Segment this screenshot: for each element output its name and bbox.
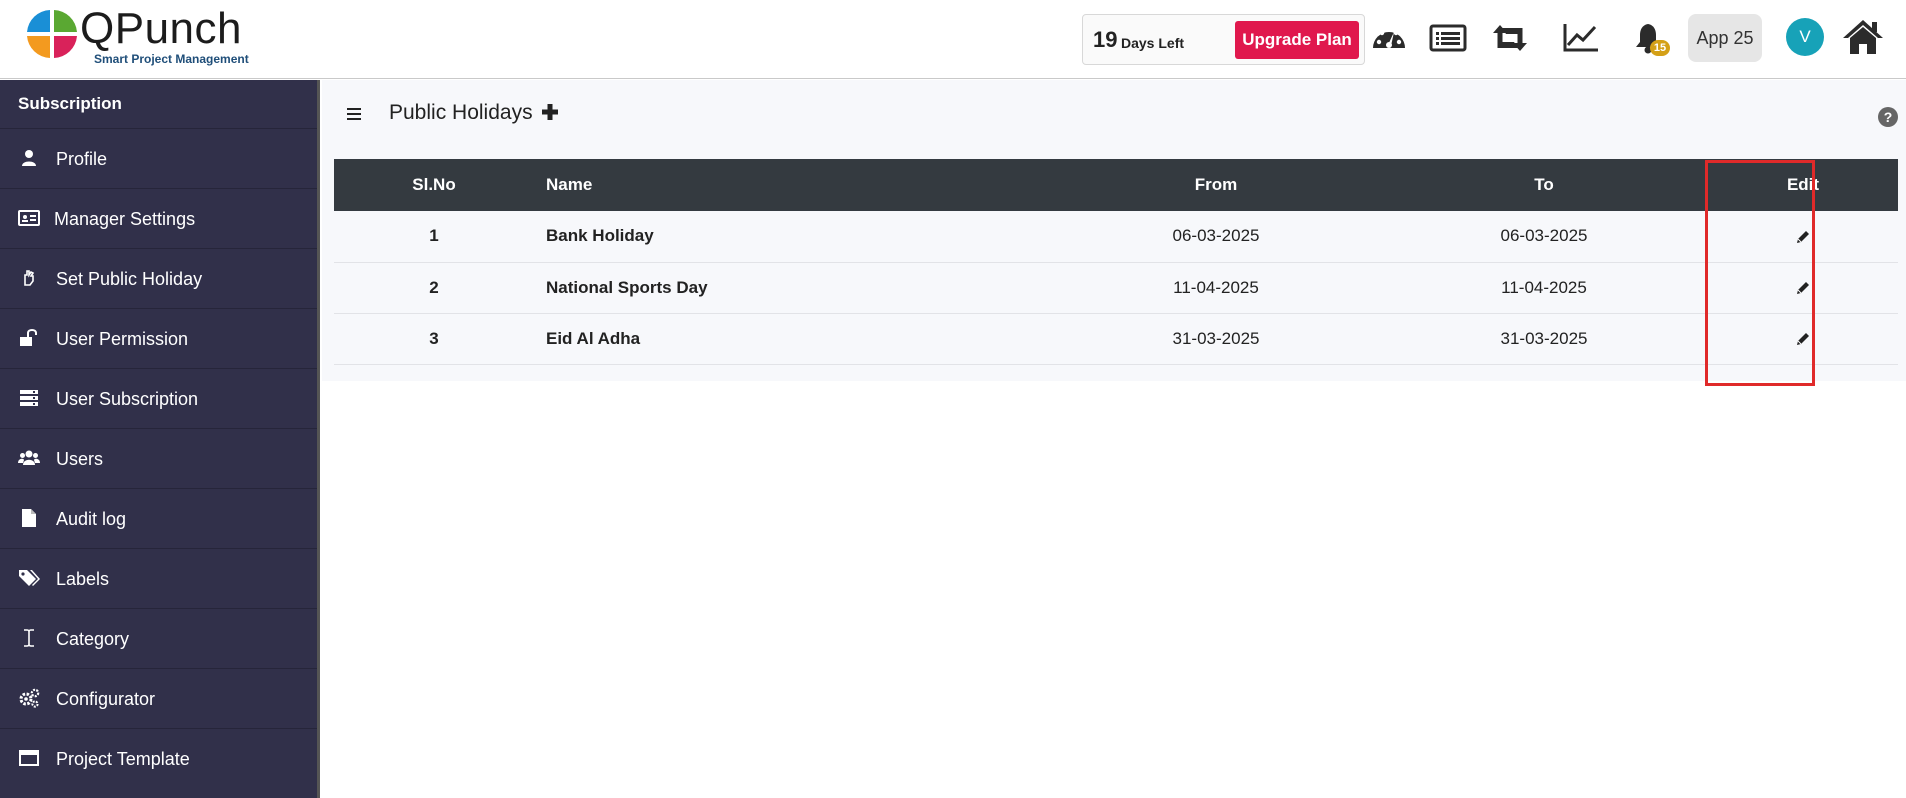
svg-text:?: ? — [1884, 109, 1893, 125]
column-header-from: From — [1194, 175, 1238, 194]
table-header-row: Sl.No Name From To Edit — [334, 159, 1898, 211]
edit-pencil-icon[interactable] — [1795, 229, 1811, 245]
sidebar-item-label: Project Template — [56, 749, 190, 769]
cell-slno: 1 — [429, 226, 439, 246]
sidebar-item-audit-log[interactable]: Audit log — [0, 488, 317, 548]
top-header: QPunch Smart Project Management 19 Days … — [0, 0, 1906, 79]
sidebar-item-label: Audit log — [56, 509, 127, 529]
sidebar-item-user-subscription[interactable]: User Subscription — [0, 368, 317, 428]
sidebar-item-labels[interactable]: Labels — [0, 548, 317, 608]
chart-line-icon[interactable] — [1561, 18, 1601, 58]
qpunch-logo[interactable] — [24, 8, 80, 60]
cell-from: 11-04-2025 — [1173, 277, 1259, 297]
add-holiday-plus-icon[interactable] — [540, 102, 560, 122]
cogs-icon — [18, 687, 40, 709]
brand-tagline: Smart Project Management — [94, 52, 249, 66]
cell-name: Eid Al Adha — [546, 328, 641, 348]
window-icon — [18, 747, 40, 769]
column-header-slno: Sl.No — [412, 175, 456, 194]
text-cursor-icon — [18, 627, 40, 649]
sidebar-item-label: Profile — [56, 149, 108, 169]
home-icon[interactable] — [1841, 16, 1885, 60]
sidebar-item-users[interactable]: Users — [0, 428, 317, 488]
cell-from: 06-03-2025 — [1172, 226, 1260, 246]
brand-name: QPunch — [80, 4, 242, 53]
server-icon — [18, 387, 40, 409]
cell-name: National Sports Day — [546, 277, 708, 297]
upgrade-plan-button[interactable]: Upgrade Plan — [1235, 21, 1359, 59]
cell-slno: 3 — [429, 328, 439, 348]
cell-edit — [1708, 262, 1898, 313]
sidebar-item-label: Users — [56, 449, 104, 469]
sidebar-item-label: User Permission — [56, 329, 189, 349]
retweet-icon[interactable] — [1490, 18, 1530, 58]
cell-to: 31-03-2025 — [1500, 328, 1588, 348]
help-question-icon[interactable]: ? — [1877, 106, 1899, 128]
app-switcher-button[interactable]: App 25 — [1688, 14, 1762, 62]
edit-pencil-icon[interactable] — [1795, 280, 1811, 296]
bell-icon[interactable]: 15 — [1630, 18, 1670, 58]
sidebar-item-label: Category — [56, 629, 130, 649]
column-header-edit: Edit — [1786, 175, 1820, 194]
table-row: 2 National Sports Day 11-04-2025 11-04-2… — [334, 262, 1898, 313]
cell-to: 06-03-2025 — [1500, 226, 1588, 246]
sidebar-item-label: Set Public Holiday — [56, 269, 203, 289]
edit-pencil-icon[interactable] — [1795, 331, 1811, 347]
tags-icon — [18, 567, 40, 589]
id-card-icon — [18, 207, 40, 229]
holidays-table: Sl.No Name From To Edit 1 Bank Holiday 0… — [334, 159, 1898, 365]
user-avatar[interactable]: V — [1786, 18, 1824, 56]
sidebar-item-configurator[interactable]: Configurator — [0, 668, 317, 728]
page-title: Public Holidays — [389, 101, 533, 124]
sidebar-item-user-permission[interactable]: User Permission — [0, 308, 317, 368]
sidebar-item-set-public-holiday[interactable]: Set Public Holiday — [0, 248, 317, 308]
cell-edit — [1708, 313, 1898, 364]
user-icon — [18, 147, 40, 169]
sidebar: Subscription Profile Manager Settings Se… — [0, 80, 320, 798]
sidebar-title: Subscription — [18, 94, 122, 113]
hand-icon — [18, 267, 40, 289]
cell-from: 31-03-2025 — [1172, 328, 1260, 348]
cell-to: 11-04-2025 — [1501, 277, 1587, 297]
sidebar-item-profile[interactable]: Profile — [0, 128, 317, 188]
cell-edit — [1708, 211, 1898, 262]
sidebar-item-project-template[interactable]: Project Template — [0, 728, 317, 788]
users-icon — [18, 447, 40, 469]
sidebar-item-category[interactable]: Category — [0, 608, 317, 668]
list-icon[interactable] — [1428, 18, 1468, 58]
sidebar-item-manager-settings[interactable]: Manager Settings — [0, 188, 317, 248]
column-header-name: Name — [546, 175, 593, 194]
cell-name: Bank Holiday — [546, 226, 654, 246]
sidebar-item-label: Manager Settings — [54, 209, 196, 229]
sidebar-item-label: Configurator — [56, 689, 156, 709]
trial-days-label: Days Left — [1121, 35, 1185, 51]
hamburger-menu-icon[interactable] — [342, 102, 366, 126]
trial-days-count: 19 — [1093, 27, 1118, 52]
notification-count-badge: 15 — [1650, 40, 1670, 56]
sidebar-item-label: Labels — [56, 569, 110, 589]
dashboard-icon[interactable] — [1369, 18, 1409, 58]
file-icon — [18, 507, 40, 529]
unlock-icon — [18, 327, 40, 349]
cell-slno: 2 — [429, 277, 439, 297]
column-header-to: To — [1534, 175, 1554, 194]
table-row: 3 Eid Al Adha 31-03-2025 31-03-2025 — [334, 313, 1898, 364]
table-row: 1 Bank Holiday 06-03-2025 06-03-2025 — [334, 211, 1898, 262]
sidebar-item-label: User Subscription — [56, 389, 199, 409]
trial-status-box: 19 Days Left Upgrade Plan — [1082, 14, 1365, 65]
